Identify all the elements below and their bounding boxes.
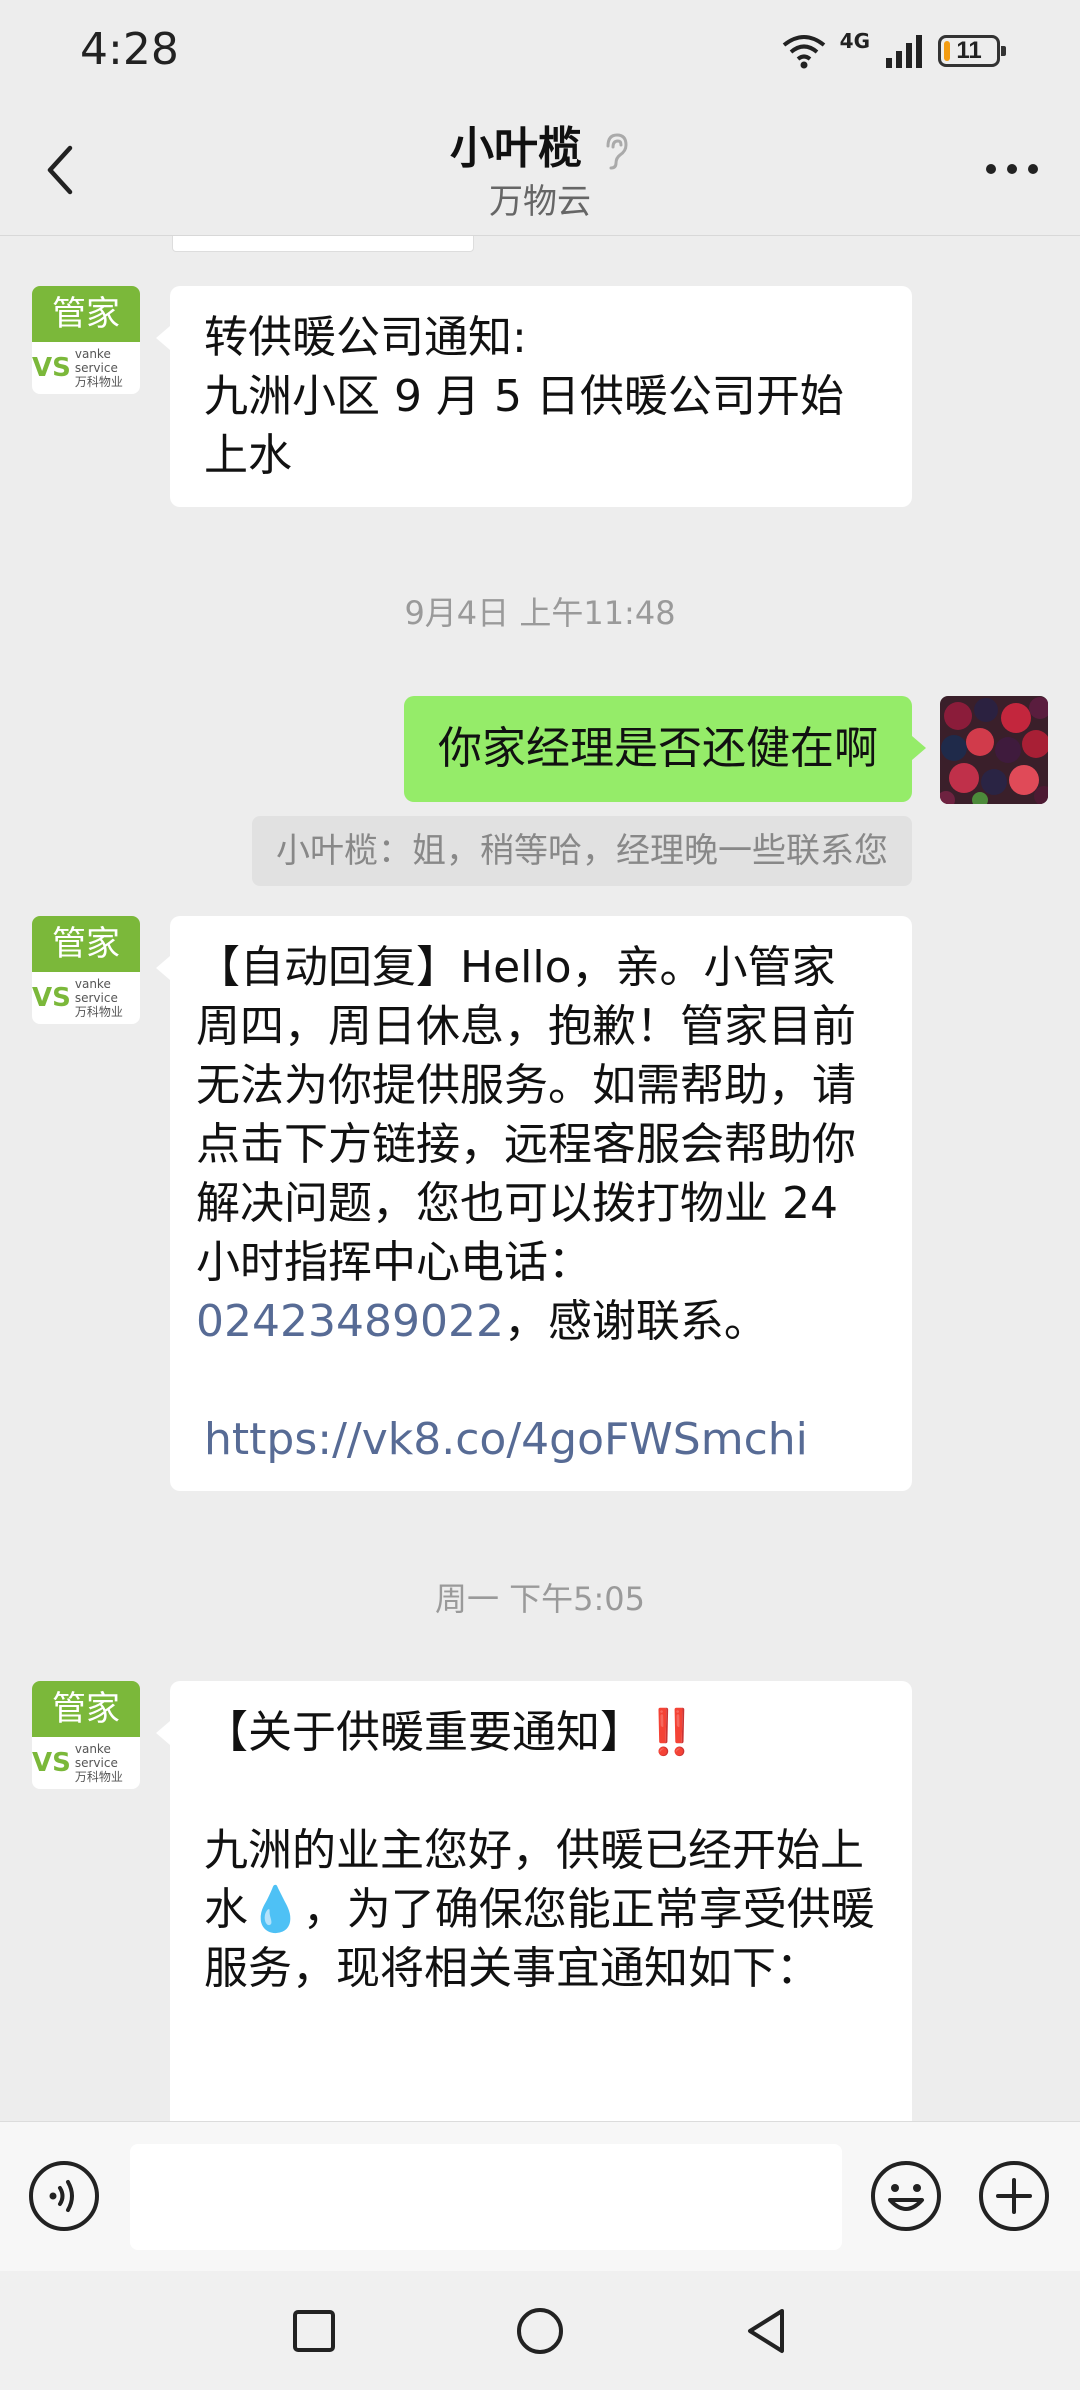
message-text: 九洲小区 9 月 5 日供暖公司开始上水	[204, 371, 844, 481]
message-bubble[interactable]: 【自动回复】Hello，亲。小管家周四，周日休息，抱歉！管家目前无法为你提供服务…	[156, 916, 912, 1491]
chat-title: 小叶榄	[0, 112, 1080, 176]
chat-subtitle: 万物云	[489, 182, 591, 222]
signal-icon	[886, 35, 922, 68]
triangle-back-icon[interactable]	[740, 2305, 792, 2357]
input-bar	[0, 2121, 1080, 2272]
vanke-logo: VS vanke service 万科物业	[32, 972, 140, 1024]
message-text: ，为了确保您能正常享受供暖服务，现将相关事宜通知如下：	[204, 1884, 875, 1994]
chat-area[interactable]: 管家 VS vanke service 万科物业 转供暖公司通知: 九洲小区 9 …	[0, 236, 1080, 2121]
status-time: 4:28	[80, 24, 179, 75]
network-type: 4G	[839, 29, 870, 53]
quote-text: 小叶榄：姐，稍等哈，经理晚一些联系您	[276, 831, 888, 871]
circle-icon[interactable]	[514, 2305, 566, 2357]
timestamp: 9月4日 上午11:48	[404, 594, 676, 632]
vanke-logo: VS vanke service 万科物业	[32, 342, 140, 394]
chat-header: 小叶榄 万物云	[0, 100, 1080, 236]
chat-title-text: 小叶榄	[450, 123, 582, 174]
double-exclamation-icon: ‼️	[644, 1707, 699, 1758]
emoji-icon[interactable]	[870, 2160, 942, 2232]
message-text: 【自动回复】Hello，亲。小管家周四，周日休息，抱歉！管家目前无法为你提供服务…	[196, 942, 856, 1288]
quoted-reply[interactable]: 小叶榄：姐，稍等哈，经理晚一些联系您	[252, 816, 912, 886]
avatar[interactable]: 管家 VS vanke service 万科物业	[32, 916, 140, 1024]
timestamp: 周一 下午5:05	[434, 1580, 646, 1618]
wifi-icon	[782, 35, 825, 69]
system-nav-bar	[0, 2271, 1080, 2390]
brand-en: vanke service	[74, 1742, 118, 1770]
self-message-bubble[interactable]: 你家经理是否还健在啊	[404, 696, 926, 802]
status-bar: 4:28 4G 11	[0, 0, 1080, 100]
droplet-icon: 💧	[248, 1884, 303, 1935]
logo-mark: VS	[32, 1748, 71, 1778]
brand-en: vanke service	[74, 347, 118, 375]
notice-heading: 【关于供暖重要通知】‼️	[204, 1703, 878, 1762]
brand-en: vanke service	[74, 977, 118, 1005]
more-icon[interactable]	[984, 162, 1040, 176]
brand-name: 万科物业	[74, 1770, 123, 1784]
square-icon[interactable]	[288, 2305, 340, 2357]
url-link[interactable]: https://vk8.co/4goFWSmchi	[196, 1410, 878, 1469]
self-avatar[interactable]	[940, 696, 1048, 804]
battery-icon: 11	[938, 35, 1006, 67]
message-text: 【关于供暖重要通知】	[204, 1707, 644, 1758]
vanke-logo: VS vanke service 万科物业	[32, 1737, 140, 1789]
message-text: 你家经理是否还健在啊	[438, 723, 878, 774]
ear-icon	[606, 133, 628, 170]
message-text: 转供暖公司通知:	[204, 312, 527, 363]
logo-mark: VS	[32, 983, 71, 1013]
logo-mark: VS	[32, 353, 71, 383]
brand-name: 万科物业	[74, 1005, 123, 1019]
battery-level: 11	[956, 37, 982, 64]
plus-icon[interactable]	[978, 2160, 1050, 2232]
avatar[interactable]: 管家 VS vanke service 万科物业	[32, 1681, 140, 1789]
brand-name: 万科物业	[74, 375, 123, 389]
battery-fill	[944, 41, 951, 61]
message-text: ，感谢联系。	[503, 1296, 768, 1347]
message-bubble[interactable]: 【关于供暖重要通知】‼️ 九洲的业主您好，供暖已经开始上水💧，为了确保您能正常享…	[156, 1681, 912, 2121]
avatar-label: 管家	[32, 916, 140, 972]
voice-icon[interactable]	[28, 2160, 100, 2232]
avatar-label: 管家	[32, 286, 140, 342]
message-bubble[interactable]: 转供暖公司通知: 九洲小区 9 月 5 日供暖公司开始上水	[156, 286, 912, 507]
status-icons: 4G 11	[782, 26, 1006, 76]
avatar[interactable]: 管家 VS vanke service 万科物业	[32, 286, 140, 394]
partial-image-message[interactable]	[172, 236, 474, 252]
berries-image	[940, 696, 1048, 804]
message-input[interactable]	[130, 2144, 842, 2250]
phone-link[interactable]: 02423489022	[196, 1296, 504, 1347]
avatar-label: 管家	[32, 1681, 140, 1737]
notice-body: 九洲的业主您好，供暖已经开始上水💧，为了确保您能正常享受供暖服务，现将相关事宜通…	[204, 1821, 878, 1998]
